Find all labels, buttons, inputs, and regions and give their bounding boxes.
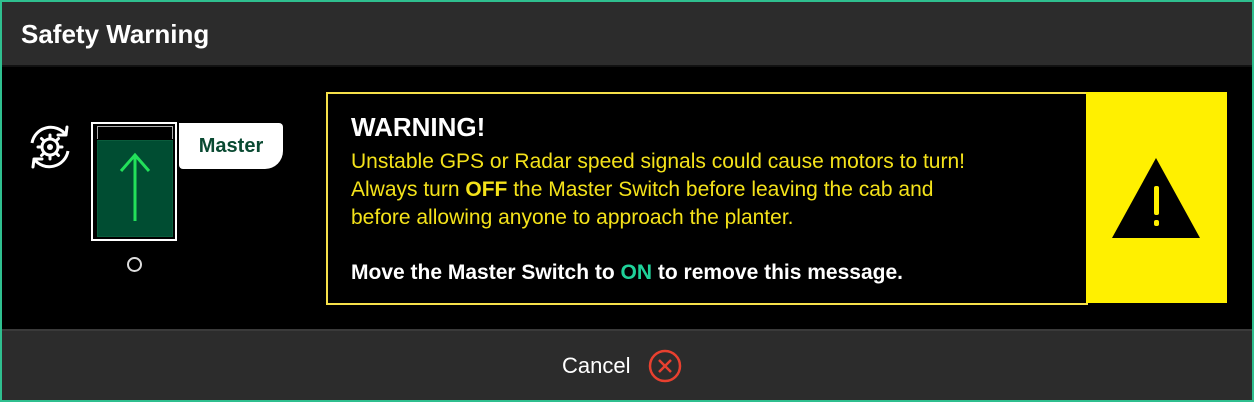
master-switch[interactable] xyxy=(91,122,177,241)
title-bar: Safety Warning xyxy=(2,2,1252,67)
dialog-footer: Cancel xyxy=(2,329,1252,400)
arrow-up-icon xyxy=(119,152,151,221)
master-switch-label: Master xyxy=(179,123,283,169)
warning-message-box: WARNING! Unstable GPS or Radar speed sig… xyxy=(326,92,1088,305)
sync-gear-icon xyxy=(30,125,70,169)
cancel-label: Cancel xyxy=(562,353,631,378)
close-icon xyxy=(649,349,682,383)
switch-status-indicator xyxy=(127,257,142,272)
warning-line-1: Unstable GPS or Radar speed signals coul… xyxy=(351,150,965,173)
safety-warning-dialog: Safety Warning Master WARNING! Unstable … xyxy=(0,0,1254,402)
remove-instruction: Move the Master Switch to ON to remove t… xyxy=(351,261,903,284)
warning-icon-panel xyxy=(1086,92,1227,303)
warning-line-2: Always turn OFF the Master Switch before… xyxy=(351,178,934,201)
warning-heading: WARNING! xyxy=(351,112,486,142)
dialog-title: Safety Warning xyxy=(21,19,210,49)
cancel-button[interactable]: Cancel xyxy=(562,347,682,385)
switch-top-edge xyxy=(97,126,173,139)
switch-paddle xyxy=(97,140,173,237)
warning-triangle-icon xyxy=(1112,158,1200,238)
dialog-body: Master WARNING! Unstable GPS or Radar sp… xyxy=(2,67,1252,329)
on-word: ON xyxy=(620,261,653,284)
warning-line-3: before allowing anyone to approach the p… xyxy=(351,206,794,229)
off-word: OFF xyxy=(465,178,508,201)
